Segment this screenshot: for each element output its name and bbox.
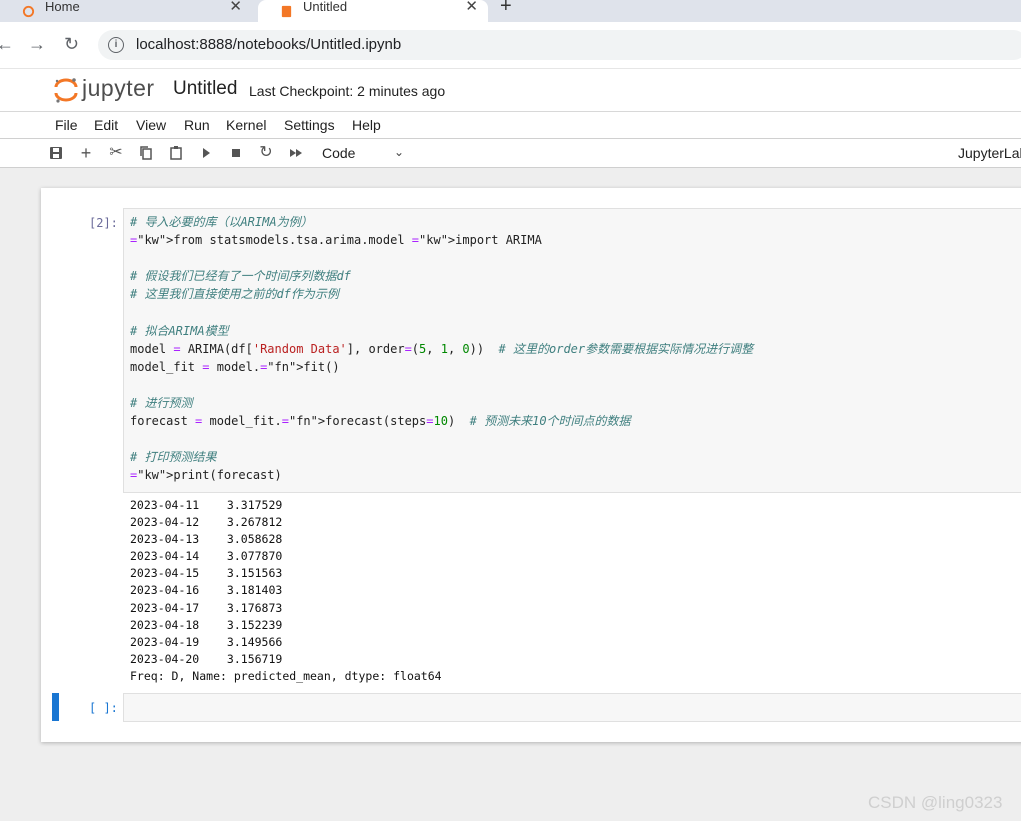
jupyter-header: jupyter Untitled Last Checkpoint: 2 minu… [0,69,1021,112]
code-line: # 拟合ARIMA模型 [130,323,229,338]
menu-edit[interactable]: Edit [94,117,118,133]
copy-icon[interactable] [137,144,155,162]
code-editor[interactable]: # 导入必要的库（以ARIMA为例） ="kw">from statsmodel… [130,213,753,484]
run-icon[interactable] [197,144,215,162]
menu-help[interactable]: Help [352,117,381,133]
code-line: ="kw">from [130,233,203,248]
code-cell-input[interactable]: # 导入必要的库（以ARIMA为例） ="kw">from statsmodel… [123,208,1021,493]
save-icon[interactable] [47,144,65,162]
code-line: # 这里我们直接使用之前的df作为示例 [130,287,339,302]
url-field[interactable]: i localhost:8888/notebooks/Untitled.ipyn… [98,30,1021,60]
output-line: 2023-04-13 3.058628 [130,532,283,547]
output-line: 2023-04-11 3.317529 [130,498,283,512]
open-jupyterlab-link[interactable]: JupyterLab [958,145,1021,161]
menu-run[interactable]: Run [184,117,210,133]
output-line: 2023-04-19 3.149566 [130,634,283,649]
output-line: Freq: D, Name: predicted_mean, dtype: fl… [130,668,442,683]
empty-code-cell-input[interactable] [123,693,1021,722]
menu-file[interactable]: File [55,117,78,133]
output-line: 2023-04-18 3.152239 [130,617,283,632]
restart-kernel-icon[interactable]: ↻ [257,144,275,162]
notebook-favicon-icon [281,5,292,17]
new-tab-icon[interactable]: + [500,0,512,18]
cell-type-select[interactable]: Code [322,145,355,161]
browser-tab-untitled[interactable]: Untitled ✕ [258,0,488,22]
code-line: # 进行预测 [130,395,193,410]
forward-arrow-icon[interactable]: → [28,34,46,55]
url-text: localhost:8888/notebooks/Untitled.ipynb [136,36,402,53]
code-line: # 导入必要的库（以ARIMA为例） [130,215,313,229]
jupyter-logo-icon[interactable] [52,76,80,104]
output-line: 2023-04-20 3.156719 [130,651,283,666]
site-info-icon[interactable]: i [108,37,124,53]
jupyter-favicon-icon [22,5,35,17]
notebook-title[interactable]: Untitled [173,78,237,100]
address-bar: ← → ↻ i localhost:8888/notebooks/Untitle… [0,22,1021,69]
active-cell-indicator [52,693,59,721]
cell-prompt: [2]: [89,216,118,230]
menu-bar: File Edit View Run Kernel Settings Help [0,112,1021,139]
paste-icon[interactable] [167,144,185,162]
menu-settings[interactable]: Settings [284,117,335,133]
fast-forward-icon[interactable] [287,144,305,162]
chevron-down-icon[interactable]: ⌄ [394,145,404,159]
code-line: model_fit = model.="fn">fit [130,359,326,374]
output-line: 2023-04-12 3.267812 [130,515,283,530]
watermark: CSDN @ling0323 [868,793,1003,812]
browser-tab-strip: Home ✕ Untitled ✕ + [0,0,1021,22]
code-line: model = ARIMA(df['Random Data'], order=(… [130,341,754,356]
add-cell-icon[interactable]: + [77,144,95,162]
stop-icon[interactable] [227,144,245,162]
code-line: forecast = model_fit.="fn">forecast [130,414,383,429]
output-line: 2023-04-14 3.077870 [130,549,283,564]
menu-view[interactable]: View [136,117,166,133]
notebook-panel: [2]: # 导入必要的库（以ARIMA为例） ="kw">from stats… [41,188,1021,742]
menu-kernel[interactable]: Kernel [226,117,266,133]
output-line: 2023-04-16 3.181403 [130,583,283,598]
back-arrow-icon[interactable]: ← [0,34,14,55]
browser-tab-home[interactable]: Home ✕ [0,0,252,22]
empty-cell-prompt: [ ]: [89,701,118,715]
browser-tab-label: Untitled [303,0,348,14]
code-line: # 打印预测结果 [130,450,217,465]
reload-icon[interactable]: ↻ [64,34,79,55]
close-tab-icon[interactable]: ✕ [465,0,478,15]
cell-output: 2023-04-11 3.317529 2023-04-12 3.267812 … [130,497,442,685]
code-line: # 假设我们已经有了一个时间序列数据df [130,269,351,284]
cut-icon[interactable]: ✂ [107,144,125,162]
browser-tab-label: Home [45,0,80,14]
output-line: 2023-04-15 3.151563 [130,566,283,581]
checkpoint-status: Last Checkpoint: 2 minutes ago [249,83,446,99]
close-tab-icon[interactable]: ✕ [229,0,242,15]
jupyter-logo-text: jupyter [82,75,155,101]
notebook-toolbar: + ✂ ↻ Code ⌄ JupyterLab [0,139,1021,168]
output-line: 2023-04-17 3.176873 [130,600,283,615]
code-line: ="kw">print [130,468,210,483]
